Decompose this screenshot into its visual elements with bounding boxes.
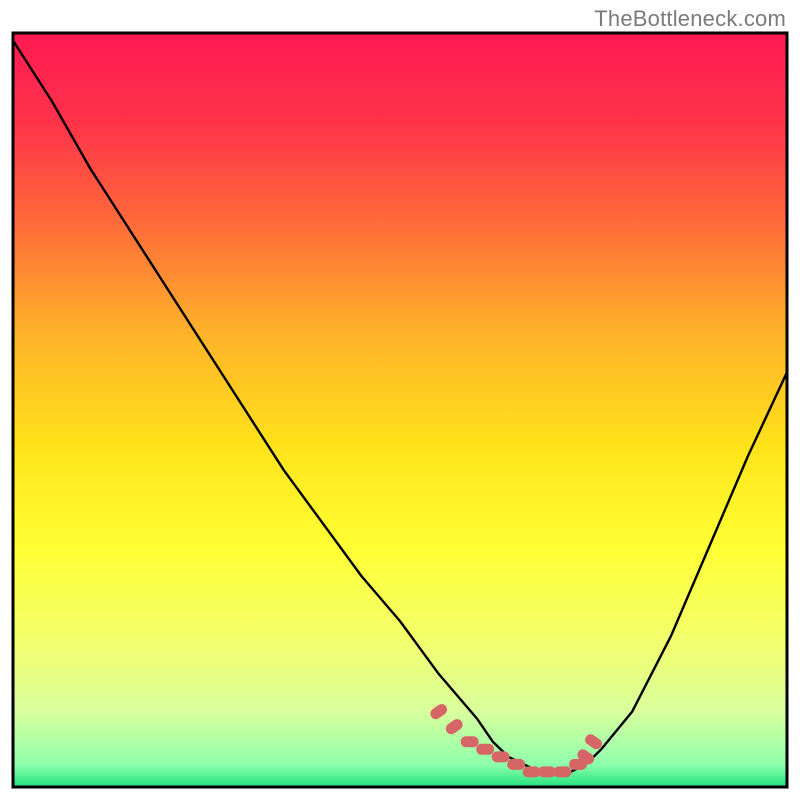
optimal-marker <box>507 759 525 770</box>
watermark-text: TheBottleneck.com <box>594 6 786 32</box>
optimal-marker <box>554 766 572 777</box>
optimal-marker <box>538 766 556 777</box>
optimal-marker <box>476 744 494 755</box>
bottleneck-chart <box>10 30 790 790</box>
heat-gradient-background <box>13 33 787 787</box>
optimal-marker <box>461 736 479 747</box>
optimal-marker <box>523 766 541 777</box>
plot-stage <box>10 30 790 790</box>
optimal-marker <box>492 751 510 762</box>
chart-container: TheBottleneck.com <box>0 0 800 800</box>
